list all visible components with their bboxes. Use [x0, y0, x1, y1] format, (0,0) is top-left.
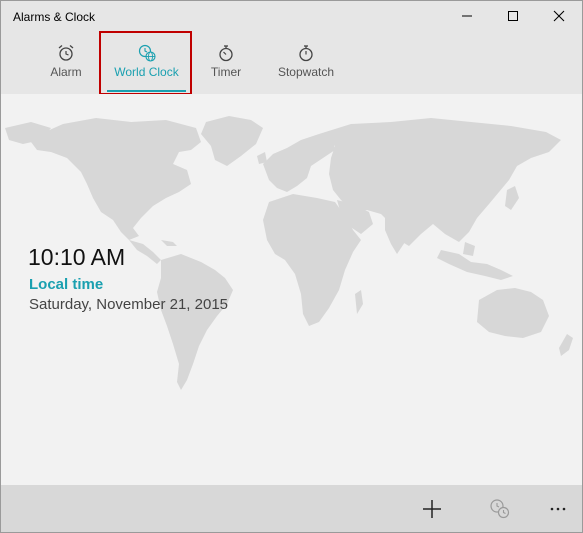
tab-timer-label: Timer	[210, 65, 242, 79]
title-bar: Alarms & Clock	[1, 1, 582, 31]
add-icon	[423, 499, 441, 518]
map-australia	[477, 288, 549, 338]
annotation-highlight-box	[99, 31, 192, 95]
maximize-button[interactable]	[490, 1, 536, 31]
map-europe	[263, 134, 335, 192]
minimize-button[interactable]	[444, 1, 490, 31]
map-japan	[505, 186, 519, 210]
add-new-clock-button[interactable]	[410, 485, 454, 532]
close-icon	[553, 10, 565, 22]
more-icon	[550, 507, 566, 510]
clock-location-label[interactable]: Local time	[29, 276, 103, 293]
app-window: Alarms & Clock Alarm World Clock Timer S…	[0, 0, 583, 533]
compare-clocks-button[interactable]	[478, 485, 522, 532]
stopwatch-icon	[299, 45, 313, 62]
more-options-button[interactable]	[536, 485, 580, 532]
map-greenland	[201, 116, 263, 166]
tab-bar: Alarm World Clock Timer Stopwatch	[1, 31, 582, 94]
tab-stopwatch-label: Stopwatch	[277, 65, 335, 79]
timer-icon	[219, 45, 233, 62]
map-central-america	[129, 240, 161, 264]
map-new-zealand	[559, 334, 573, 356]
tab-alarm-label: Alarm	[50, 65, 82, 79]
tab-stopwatch[interactable]: Stopwatch	[276, 31, 336, 94]
tab-timer[interactable]: Timer	[204, 31, 248, 94]
command-bar	[1, 485, 582, 532]
maximize-icon	[508, 11, 518, 21]
map-south-america	[157, 254, 233, 390]
window-title: Alarms & Clock	[13, 10, 96, 24]
close-button[interactable]	[536, 1, 582, 31]
clock-time: 10:10 AM	[28, 244, 126, 270]
map-north-america	[31, 118, 201, 240]
minimize-icon	[462, 15, 472, 17]
tab-alarm[interactable]: Alarm	[41, 31, 91, 94]
clock-date: Saturday, November 21, 2015	[29, 296, 229, 313]
compare-clocks-icon	[490, 498, 510, 518]
alarm-clock-icon	[58, 45, 74, 61]
